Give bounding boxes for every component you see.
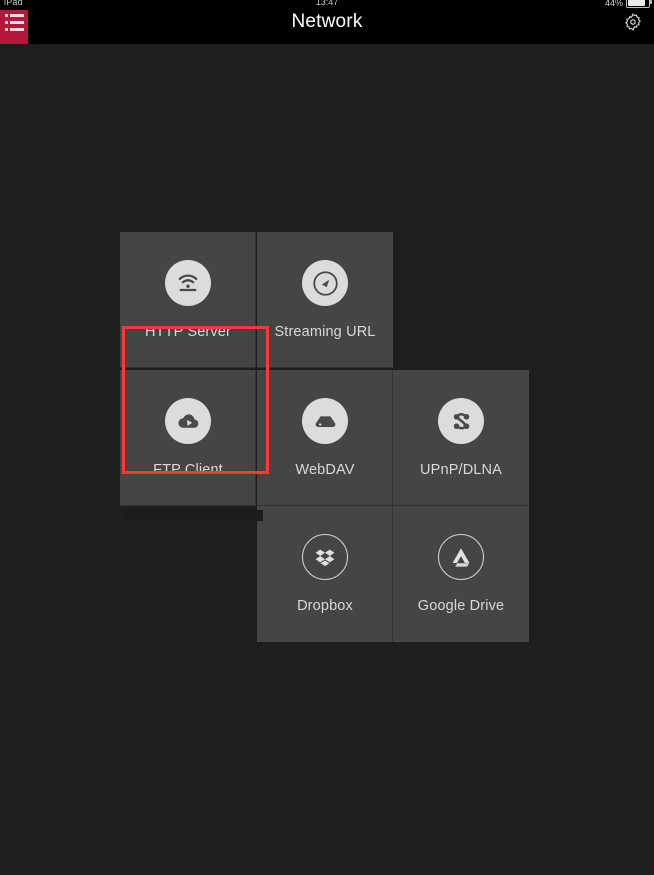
dropbox-icon <box>313 545 337 569</box>
tile-google-drive[interactable]: Google Drive <box>393 506 529 642</box>
tile-label: Streaming URL <box>274 324 375 340</box>
hamburger-list-icon <box>5 14 24 17</box>
compass-icon <box>312 270 339 297</box>
google-drive-icon <box>449 545 473 569</box>
cloud-play-icon <box>175 408 202 435</box>
content-area: HTTP Server Streaming URL <box>0 44 654 875</box>
tile-ftp-client[interactable]: FTP Client <box>120 370 256 506</box>
tile-http-server[interactable]: HTTP Server <box>120 232 256 368</box>
app-root: iPad 13:47 44% Network <box>0 0 654 875</box>
google-drive-icon-wrap <box>438 534 484 580</box>
tile-label: FTP Client <box>153 462 223 478</box>
battery-icon <box>626 0 650 8</box>
tile-label: WebDAV <box>295 462 354 478</box>
tile-label: Dropbox <box>297 598 353 614</box>
battery-percent-label: 44% <box>605 0 623 8</box>
tile-streaming-url[interactable]: Streaming URL <box>257 232 393 368</box>
ftp-client-icon-wrap <box>165 398 211 444</box>
tile-label: Google Drive <box>418 598 504 614</box>
service-grid: HTTP Server Streaming URL <box>120 232 530 644</box>
tile-upnp-dlna[interactable]: UPnP/DLNA <box>393 370 529 506</box>
upnp-dlna-icon-wrap <box>438 398 484 444</box>
status-bar-device-label: iPad <box>4 0 23 7</box>
gear-icon <box>623 12 643 32</box>
tile-dropbox[interactable]: Dropbox <box>257 506 393 642</box>
status-bar-battery: 44% <box>605 0 650 8</box>
status-bar-clock: 13:47 <box>316 0 339 7</box>
tile-label: HTTP Server <box>145 324 231 340</box>
streaming-url-icon-wrap <box>302 260 348 306</box>
webdav-icon-wrap <box>302 398 348 444</box>
settings-button[interactable] <box>616 6 650 38</box>
wifi-broadcast-icon <box>175 270 201 296</box>
status-bar: iPad 13:47 44% <box>0 0 654 10</box>
network-share-icon <box>448 408 475 435</box>
tile-label: UPnP/DLNA <box>420 462 502 478</box>
hard-drive-icon <box>312 408 339 435</box>
http-server-icon-wrap <box>165 260 211 306</box>
dropbox-icon-wrap <box>302 534 348 580</box>
tile-webdav[interactable]: WebDAV <box>257 370 393 506</box>
